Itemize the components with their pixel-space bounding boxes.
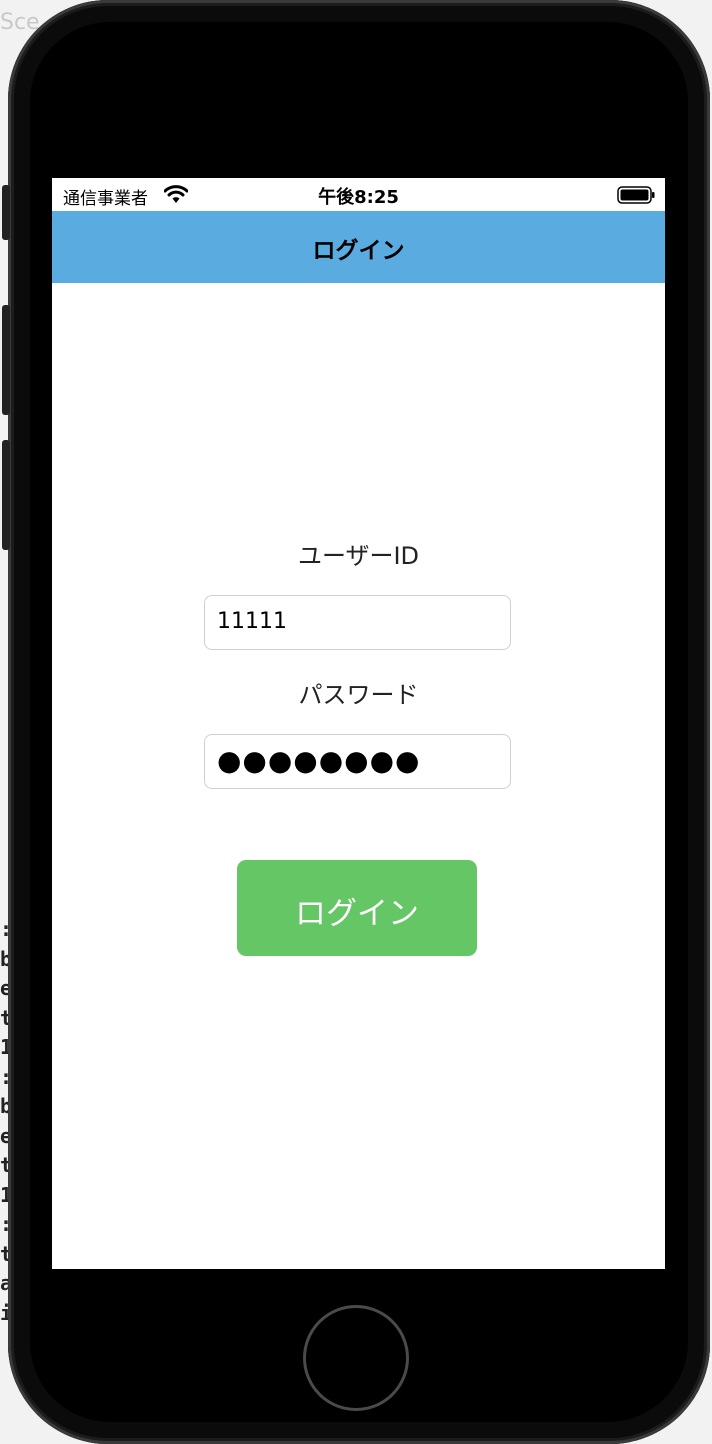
volume-up-button: [2, 305, 10, 415]
app-screen: 通信事業者 午後8:25 ログイン ユーザーID 11111 パスワード ●●●…: [52, 178, 665, 1269]
volume-down-button: [2, 440, 10, 550]
login-button[interactable]: ログイン: [237, 860, 477, 956]
page-title: ログイン: [312, 238, 405, 264]
password-value: ●●●●●●●●: [217, 744, 421, 777]
password-field[interactable]: ●●●●●●●●: [204, 734, 511, 789]
mute-switch: [2, 185, 10, 240]
status-bar: 通信事業者 午後8:25: [52, 178, 665, 211]
user-id-field[interactable]: 11111: [204, 595, 511, 650]
navigation-bar: ログイン: [52, 211, 665, 283]
user-id-value: 11111: [217, 609, 287, 634]
battery-icon: [617, 186, 655, 204]
status-time: 午後8:25: [318, 187, 399, 208]
home-button[interactable]: [303, 1305, 409, 1411]
login-button-label: ログイン: [295, 896, 419, 932]
user-id-label: ユーザーID: [297, 542, 420, 570]
password-label: パスワード: [298, 681, 419, 709]
